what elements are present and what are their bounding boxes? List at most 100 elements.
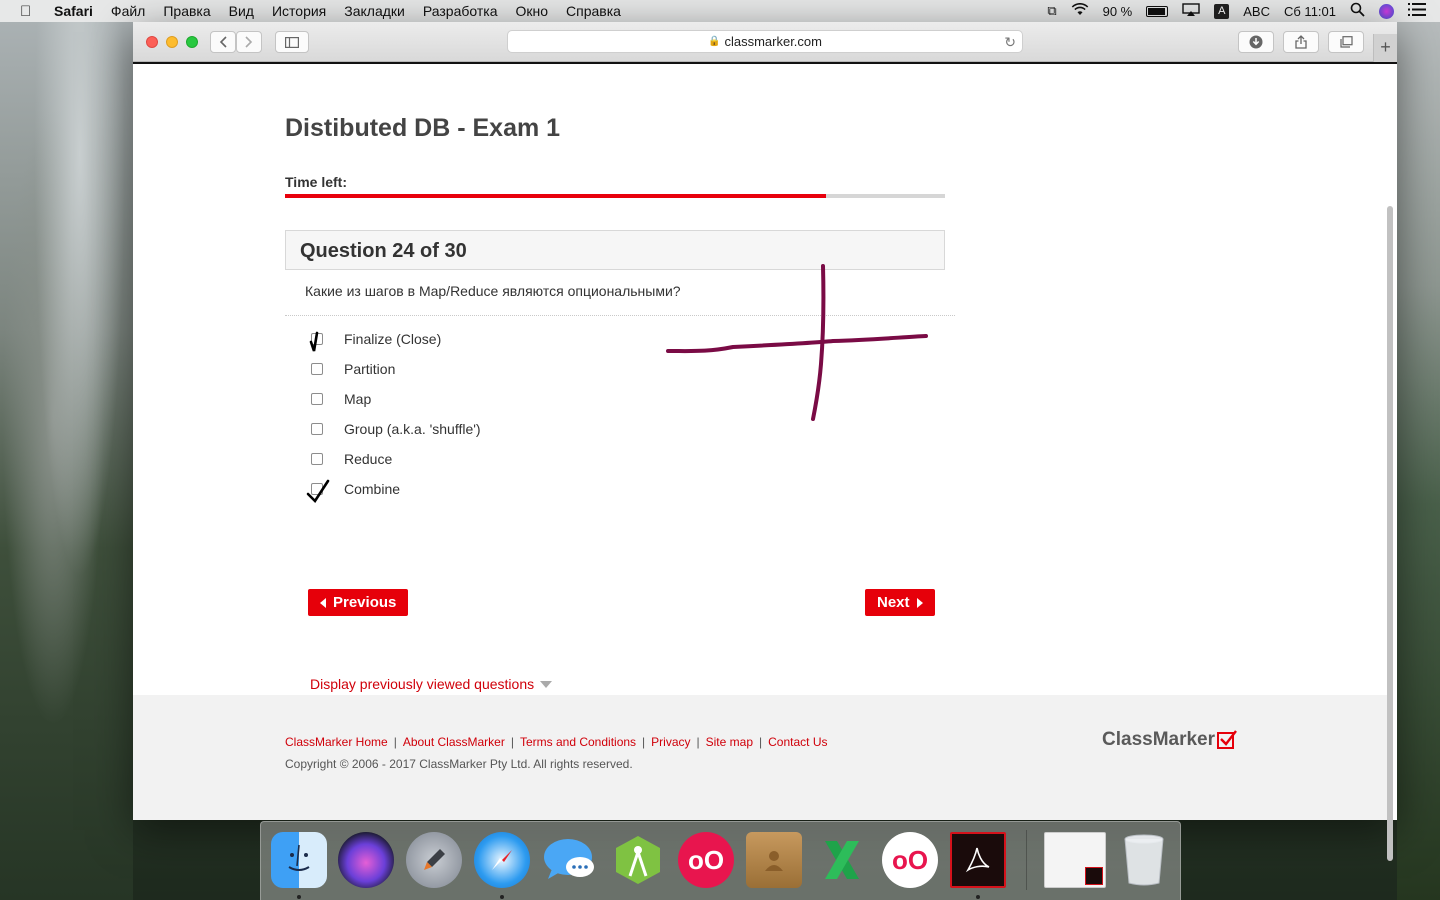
browser-toolbar: 🔒 classmarker.com ↻ +	[133, 22, 1397, 62]
notification-center-icon[interactable]	[1408, 3, 1426, 19]
answer-checkbox[interactable]	[311, 363, 323, 375]
excel-icon[interactable]	[814, 832, 870, 888]
reload-icon[interactable]: ↻	[1004, 34, 1016, 51]
footer-link-contact[interactable]: Contact Us	[768, 735, 827, 749]
desktop-wallpaper-left	[0, 22, 133, 900]
sidebar-toggle-button[interactable]	[275, 31, 309, 53]
input-source-label: ABC	[1243, 3, 1270, 19]
close-window-button[interactable]	[146, 36, 158, 48]
android-studio-icon[interactable]	[610, 832, 666, 888]
oo-app-white-icon[interactable]: oO	[882, 832, 938, 888]
time-left-label: Time left:	[285, 174, 347, 190]
copyright-text: Copyright © 2006 - 2017 ClassMarker Pty …	[285, 757, 633, 771]
trash-icon[interactable]	[1116, 832, 1172, 888]
back-button[interactable]	[210, 31, 236, 53]
siri-icon[interactable]	[338, 832, 394, 888]
address-url: classmarker.com	[724, 34, 822, 49]
footer-link-terms[interactable]: Terms and Conditions	[520, 735, 636, 749]
answer-checkbox[interactable]	[306, 479, 330, 504]
safari-window: 🔒 classmarker.com ↻ + Distibuted DB - Ex…	[133, 22, 1397, 861]
previously-viewed-label: Display previously viewed questions	[310, 676, 535, 692]
new-tab-button[interactable]: +	[1373, 34, 1397, 62]
previous-label: Previous	[333, 594, 397, 611]
check-box-logo-icon	[1217, 729, 1237, 749]
footer-link-home[interactable]: ClassMarker Home	[285, 735, 388, 749]
answer-label: Partition	[344, 361, 396, 377]
menu-history[interactable]: История	[272, 3, 326, 19]
answer-checkbox[interactable]	[311, 423, 323, 435]
answer-option[interactable]: Partition	[311, 354, 481, 384]
next-button[interactable]: Next	[865, 589, 935, 616]
menu-file[interactable]: Файл	[111, 3, 145, 19]
acrobat-badge-icon	[1085, 867, 1103, 885]
finder-icon[interactable]	[271, 832, 327, 888]
running-indicator	[297, 895, 301, 899]
app-menu[interactable]: Safari	[54, 3, 93, 19]
airplay-icon[interactable]	[1182, 2, 1200, 20]
acrobat-reader-icon[interactable]	[950, 832, 1006, 888]
minimized-window-thumbnail[interactable]	[1044, 832, 1106, 888]
brand-name: ClassMarker	[1102, 729, 1216, 750]
handwritten-check-icon	[309, 331, 319, 352]
spotlight-search-icon[interactable]	[1350, 2, 1365, 20]
footer-separator: |	[759, 735, 763, 749]
classmarker-logo[interactable]: ClassMarker	[1102, 729, 1237, 751]
menu-window[interactable]: Окно	[515, 3, 548, 19]
messages-icon[interactable]	[542, 832, 598, 888]
menu-develop[interactable]: Разработка	[423, 3, 498, 19]
answer-label: Map	[344, 391, 372, 407]
minimize-window-button[interactable]	[166, 36, 178, 48]
menu-bookmarks[interactable]: Закладки	[344, 3, 405, 19]
answer-option[interactable]: Reduce	[311, 444, 481, 474]
battery-icon[interactable]	[1146, 5, 1169, 17]
time-left-fill	[285, 194, 827, 198]
answer-option[interactable]: Map	[311, 384, 481, 414]
question-divider	[285, 315, 955, 316]
footer-link-sitemap[interactable]: Site map	[706, 735, 753, 749]
previous-button[interactable]: Previous	[308, 589, 408, 616]
screen-mirror-icon[interactable]: ⧉	[1047, 3, 1056, 19]
caret-left-icon	[320, 597, 326, 608]
contacts-icon[interactable]	[746, 832, 802, 888]
forward-button[interactable]	[236, 31, 262, 53]
exam-title: Distibuted DB - Exam 1	[285, 114, 561, 142]
menu-view[interactable]: Вид	[229, 3, 254, 19]
answer-label: Group (a.k.a. 'shuffle')	[344, 421, 481, 437]
footer-link-privacy[interactable]: Privacy	[651, 735, 690, 749]
previously-viewed-toggle[interactable]: Display previously viewed questions	[310, 676, 553, 692]
answer-checkbox[interactable]	[311, 453, 323, 465]
answer-checkbox[interactable]	[309, 331, 323, 352]
answer-option[interactable]: Group (a.k.a. 'shuffle')	[311, 414, 481, 444]
zoom-window-button[interactable]	[186, 36, 198, 48]
lock-icon: 🔒	[708, 36, 721, 47]
clock[interactable]: Сб 11:01	[1284, 4, 1336, 19]
tabs-overview-button[interactable]	[1328, 31, 1364, 53]
answer-option[interactable]: Combine	[306, 474, 481, 504]
chevron-left-icon	[219, 36, 227, 48]
answer-checkbox[interactable]	[311, 393, 323, 405]
safari-icon[interactable]	[474, 832, 530, 888]
siri-icon[interactable]	[1379, 3, 1394, 19]
oo-app-icon[interactable]: oO	[678, 832, 734, 888]
page-scrollbar[interactable]	[1387, 206, 1393, 861]
wifi-icon[interactable]	[1071, 3, 1089, 19]
desktop-wallpaper-right	[1397, 22, 1440, 900]
share-button[interactable]	[1283, 31, 1319, 53]
next-label: Next	[877, 594, 910, 611]
dock-separator	[1026, 830, 1027, 890]
menu-edit[interactable]: Правка	[163, 3, 210, 19]
apple-menu-icon[interactable]: 	[20, 3, 38, 20]
downloads-button[interactable]	[1238, 31, 1274, 53]
page-footer: ClassMarker Home | About ClassMarker | T…	[133, 695, 1389, 820]
share-icon	[1295, 35, 1307, 49]
answer-option[interactable]: Finalize (Close)	[309, 324, 481, 354]
footer-link-about[interactable]: About ClassMarker	[403, 735, 505, 749]
input-source-icon[interactable]: A	[1214, 3, 1230, 19]
tabs-icon	[1339, 36, 1353, 48]
menu-help[interactable]: Справка	[566, 3, 621, 19]
answer-label: Finalize (Close)	[344, 331, 442, 347]
launchpad-icon[interactable]	[406, 832, 462, 888]
handwritten-check-icon	[306, 479, 330, 504]
page-content: Distibuted DB - Exam 1 Time left: Questi…	[133, 64, 1397, 861]
address-bar[interactable]: 🔒 classmarker.com ↻	[507, 30, 1023, 53]
